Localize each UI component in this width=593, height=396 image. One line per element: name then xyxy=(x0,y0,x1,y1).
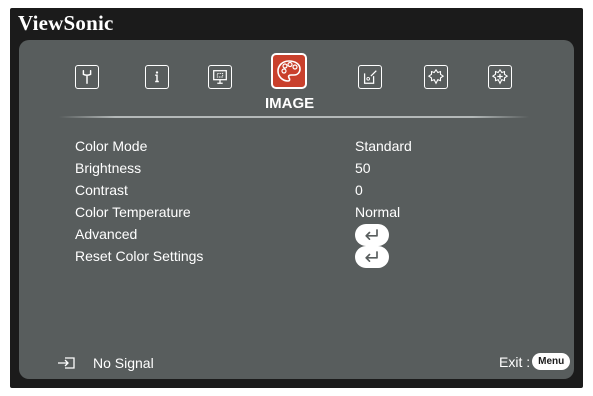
menu-label: Reset Color Settings xyxy=(75,248,204,264)
menu-item-color-mode[interactable]: Color Mode Standard xyxy=(75,136,555,156)
tab-display[interactable] xyxy=(208,65,232,89)
menu-item-reset-color-settings[interactable]: Reset Color Settings xyxy=(75,246,555,268)
osd-panel: IMAGE Color Mode Standard Brightness 50 … xyxy=(19,40,574,379)
exit-label: Exit : xyxy=(499,353,531,370)
tab-image[interactable] xyxy=(271,53,307,89)
tab-settings[interactable] xyxy=(358,65,382,89)
tab-wrench[interactable] xyxy=(75,65,99,89)
enter-icon xyxy=(365,229,378,241)
menu-label: Color Mode xyxy=(75,138,148,154)
menu-item-advanced[interactable]: Advanced xyxy=(75,224,555,246)
exit-hint[interactable]: Exit : Menu xyxy=(499,353,571,370)
menu-label: Contrast xyxy=(75,182,128,198)
menu-item-brightness[interactable]: Brightness 50 xyxy=(75,158,555,178)
menu-label: Advanced xyxy=(75,226,138,242)
tab-info[interactable] xyxy=(145,65,169,89)
enter-icon xyxy=(365,251,378,262)
menu-value: 0 xyxy=(355,182,363,198)
display-icon xyxy=(213,70,227,84)
info-icon xyxy=(155,71,159,83)
input-source-icon xyxy=(58,357,75,369)
menu-key[interactable]: Menu xyxy=(532,353,571,370)
brand-logo: ViewSonic xyxy=(18,11,114,35)
tab-advanced[interactable] xyxy=(488,65,512,89)
menu-label: Brightness xyxy=(75,160,142,176)
enter-button[interactable] xyxy=(355,224,389,246)
settings-icon xyxy=(363,70,377,84)
tab-bar: IMAGE xyxy=(19,40,574,120)
signal-status: No Signal xyxy=(57,355,154,371)
palette-icon xyxy=(277,60,301,82)
menu-value: Normal xyxy=(355,204,401,220)
gear-icon xyxy=(427,68,445,85)
menu-item-color-temperature[interactable]: Color Temperature Normal xyxy=(75,202,555,222)
tab-divider xyxy=(59,116,529,118)
menu-item-contrast[interactable]: Contrast 0 xyxy=(75,180,555,200)
wrench-icon xyxy=(82,69,92,85)
signal-text: No Signal xyxy=(93,355,154,371)
menu-label: Color Temperature xyxy=(75,204,191,220)
tab-gear[interactable] xyxy=(424,65,448,89)
advanced-gear-icon xyxy=(491,68,509,85)
tab-label-image: IMAGE xyxy=(265,95,315,112)
menu-value: 50 xyxy=(355,160,371,176)
menu-value: Standard xyxy=(355,138,412,154)
enter-button[interactable] xyxy=(355,246,389,268)
